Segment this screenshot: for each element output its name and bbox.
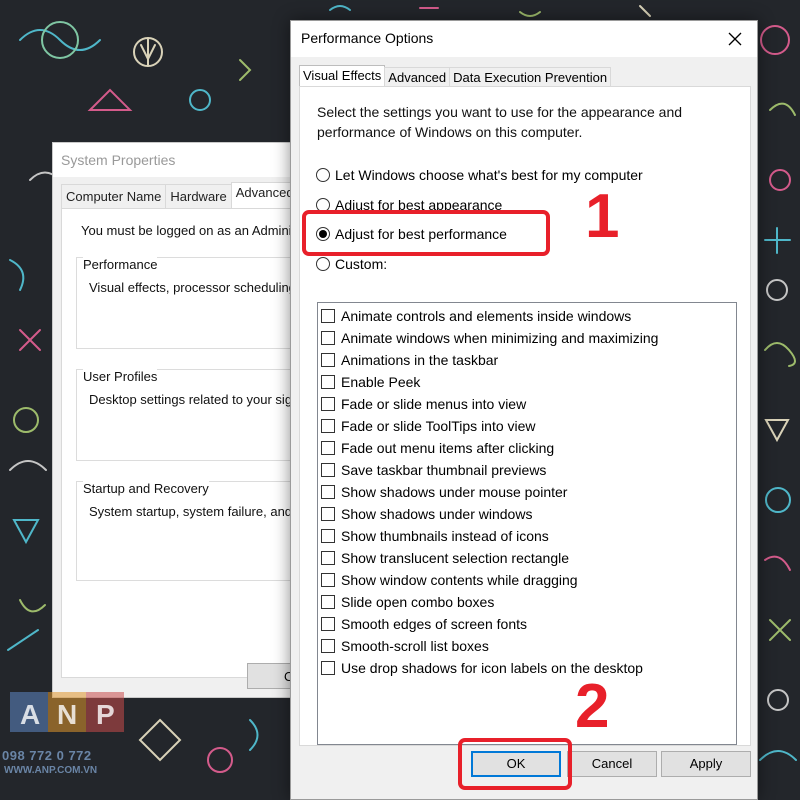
tab-visual-effects[interactable]: Visual Effects bbox=[299, 65, 386, 87]
effect-checkbox-item[interactable]: Smooth-scroll list boxes bbox=[321, 635, 489, 657]
admin-note: You must be logged on as an Adminis bbox=[81, 223, 299, 238]
radio-custom[interactable]: Custom: bbox=[316, 254, 387, 274]
checkbox[interactable] bbox=[321, 419, 335, 433]
checkbox[interactable] bbox=[321, 463, 335, 477]
checkbox-label: Enable Peek bbox=[341, 374, 421, 390]
checkbox[interactable] bbox=[321, 617, 335, 631]
highlight-best-performance bbox=[302, 210, 550, 256]
logo-letter-n: N bbox=[57, 699, 77, 730]
effect-checkbox-item[interactable]: Animate controls and elements inside win… bbox=[321, 305, 631, 327]
radio-label: Custom: bbox=[335, 256, 388, 272]
tab-advanced[interactable]: Advanced bbox=[230, 182, 299, 208]
effect-checkbox-item[interactable]: Show shadows under windows bbox=[321, 503, 532, 525]
highlight-ok-button bbox=[458, 738, 572, 790]
checkbox[interactable] bbox=[321, 353, 335, 367]
system-properties-panel: You must be logged on as an Adminis Perf… bbox=[61, 208, 309, 678]
checkbox[interactable] bbox=[321, 331, 335, 345]
effect-checkbox-item[interactable]: Fade or slide menus into view bbox=[321, 393, 526, 415]
step-number-1: 1 bbox=[585, 182, 620, 251]
effect-checkbox-item[interactable]: Smooth edges of screen fonts bbox=[321, 613, 527, 635]
system-properties-tabs: Computer Name Hardware Advanced bbox=[61, 182, 299, 208]
user-profiles-group: User Profiles Desktop settings related t… bbox=[76, 369, 309, 461]
checkbox-label: Show thumbnails instead of icons bbox=[341, 528, 549, 544]
system-properties-window: System Properties Computer Name Hardware… bbox=[52, 142, 317, 698]
group-title: Startup and Recovery bbox=[83, 481, 209, 496]
anp-logo-icon: A N P bbox=[10, 692, 124, 732]
checkbox[interactable] bbox=[321, 639, 335, 653]
dialog-title: Performance Options bbox=[301, 30, 434, 46]
watermark-site: WWW.ANP.COM.VN bbox=[4, 765, 98, 776]
performance-options-dialog: Performance Options Visual Effects Advan… bbox=[290, 20, 758, 800]
checkbox-label: Animate windows when minimizing and maxi… bbox=[341, 330, 659, 346]
effect-checkbox-item[interactable]: Save taskbar thumbnail previews bbox=[321, 459, 546, 481]
checkbox-label: Show translucent selection rectangle bbox=[341, 550, 570, 566]
checkbox[interactable] bbox=[321, 661, 335, 675]
anp-logo-watermark: A N P 098 772 0 772 WWW.ANP.COM.VN bbox=[0, 690, 140, 800]
watermark-phone: 098 772 0 772 bbox=[2, 748, 92, 763]
checkbox-label: Animations in the taskbar bbox=[341, 352, 499, 368]
checkbox-label: Show shadows under windows bbox=[341, 506, 533, 522]
checkbox-label: Show window contents while dragging bbox=[341, 572, 578, 588]
close-icon bbox=[728, 32, 742, 46]
checkbox[interactable] bbox=[321, 573, 335, 587]
effect-checkbox-item[interactable]: Show window contents while dragging bbox=[321, 569, 578, 591]
effect-checkbox-item[interactable]: Animations in the taskbar bbox=[321, 349, 498, 371]
performance-group: Performance Visual effects, processor sc… bbox=[76, 257, 309, 349]
logo-letter-p: P bbox=[96, 699, 115, 730]
checkbox-label: Fade out menu items after clicking bbox=[341, 440, 555, 456]
tab-advanced[interactable]: Advanced bbox=[384, 67, 451, 87]
checkbox[interactable] bbox=[321, 375, 335, 389]
effect-checkbox-item[interactable]: Fade or slide ToolTips into view bbox=[321, 415, 536, 437]
checkbox[interactable] bbox=[321, 551, 335, 565]
effect-checkbox-item[interactable]: Slide open combo boxes bbox=[321, 591, 494, 613]
visual-effects-panel: Select the settings you want to use for … bbox=[299, 86, 751, 746]
checkbox-label: Show shadows under mouse pointer bbox=[341, 484, 568, 500]
visual-effects-list[interactable]: Animate controls and elements inside win… bbox=[317, 302, 737, 745]
checkbox[interactable] bbox=[321, 309, 335, 323]
group-title: Performance bbox=[83, 257, 158, 272]
radio-indicator bbox=[316, 257, 330, 271]
effect-checkbox-item[interactable]: Fade out menu items after clicking bbox=[321, 437, 554, 459]
effect-checkbox-item[interactable]: Animate windows when minimizing and maxi… bbox=[321, 327, 658, 349]
radio-indicator bbox=[316, 168, 330, 182]
checkbox-label: Animate controls and elements inside win… bbox=[341, 308, 632, 324]
checkbox[interactable] bbox=[321, 485, 335, 499]
group-description: Visual effects, processor scheduling, bbox=[89, 280, 300, 295]
close-button[interactable] bbox=[713, 21, 757, 57]
tab-hardware[interactable]: Hardware bbox=[165, 184, 232, 208]
checkbox-label: Slide open combo boxes bbox=[341, 594, 495, 610]
effect-checkbox-item[interactable]: Show translucent selection rectangle bbox=[321, 547, 569, 569]
group-description: Desktop settings related to your sign bbox=[89, 392, 300, 407]
checkbox-label: Fade or slide ToolTips into view bbox=[341, 418, 536, 434]
checkbox-label: Smooth-scroll list boxes bbox=[341, 638, 489, 654]
logo-letter-a: A bbox=[20, 699, 40, 730]
checkbox[interactable] bbox=[321, 507, 335, 521]
checkbox[interactable] bbox=[321, 529, 335, 543]
radio-label: Let Windows choose what's best for my co… bbox=[335, 167, 643, 183]
cancel-button[interactable]: Cancel bbox=[567, 751, 657, 777]
effect-checkbox-item[interactable]: Show shadows under mouse pointer bbox=[321, 481, 567, 503]
effect-checkbox-item[interactable]: Show thumbnails instead of icons bbox=[321, 525, 549, 547]
group-title: User Profiles bbox=[83, 369, 158, 384]
group-description: System startup, system failure, and d bbox=[89, 504, 303, 519]
checkbox-label: Save taskbar thumbnail previews bbox=[341, 462, 547, 478]
tab-computer-name[interactable]: Computer Name bbox=[61, 184, 167, 208]
system-properties-title: System Properties bbox=[53, 143, 309, 177]
checkbox[interactable] bbox=[321, 397, 335, 411]
intro-text: Select the settings you want to use for … bbox=[317, 104, 683, 140]
apply-button[interactable]: Apply bbox=[661, 751, 751, 777]
dialog-titlebar: Performance Options bbox=[291, 21, 757, 57]
checkbox[interactable] bbox=[321, 595, 335, 609]
dialog-tabs: Visual Effects Advanced Data Execution P… bbox=[299, 65, 612, 87]
step-number-2: 2 bbox=[575, 672, 610, 741]
startup-recovery-group: Startup and Recovery System startup, sys… bbox=[76, 481, 309, 581]
checkbox-label: Fade or slide menus into view bbox=[341, 396, 527, 412]
checkbox[interactable] bbox=[321, 441, 335, 455]
checkbox-label: Smooth edges of screen fonts bbox=[341, 616, 527, 632]
effect-checkbox-item[interactable]: Enable Peek bbox=[321, 371, 420, 393]
tab-data-execution-prevention[interactable]: Data Execution Prevention bbox=[449, 67, 612, 87]
